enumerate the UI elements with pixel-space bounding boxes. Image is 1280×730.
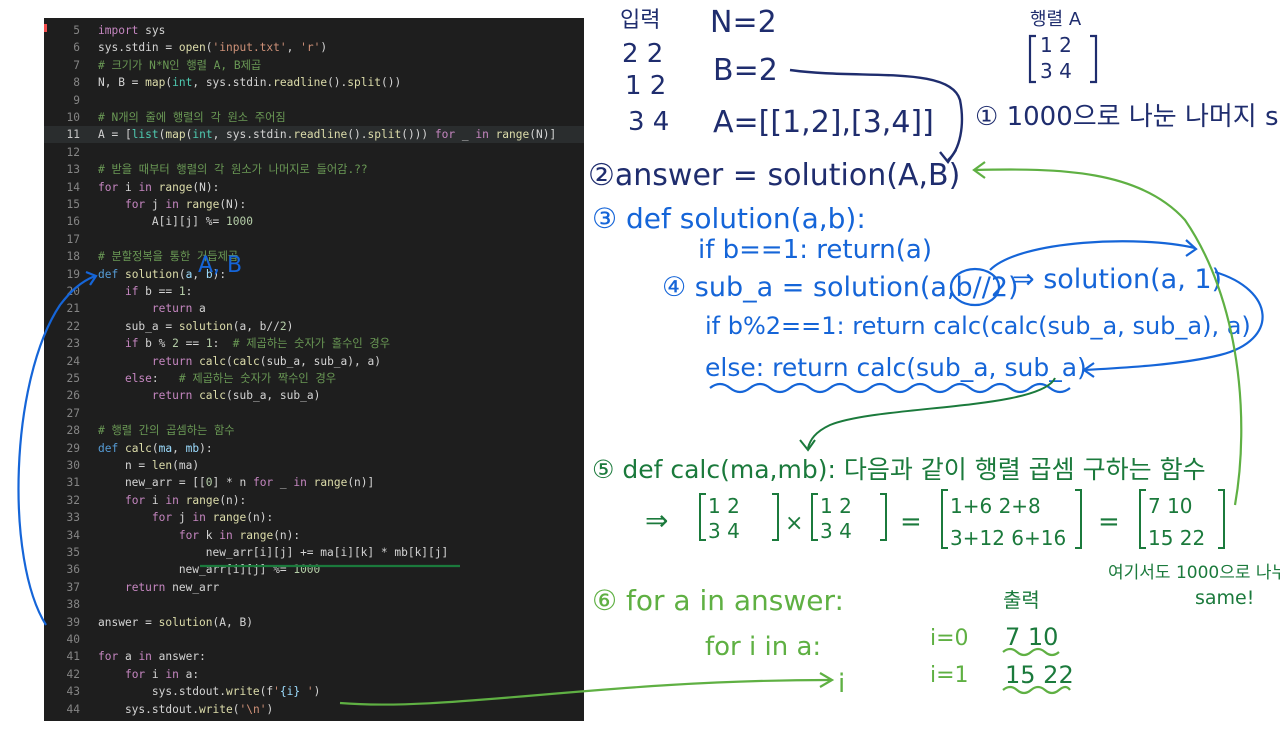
b-equals: B=2 bbox=[713, 53, 778, 88]
step6-for: ⑥ for a in answer: bbox=[592, 584, 844, 617]
handwritten-annotations: 입력 2 2 1 2 3 4 N=2 B=2 A=[[1,2],[3,4]] 행… bbox=[17, 5, 1280, 706]
input-label: 입력 bbox=[620, 8, 660, 33]
step6-i: i bbox=[838, 669, 845, 699]
matrix-a-label: 행렬 A bbox=[1030, 9, 1082, 30]
step4-arrow-target: ⇒ solution(a, 1) bbox=[1012, 264, 1222, 295]
step5-def: ⑤ def calc(ma,mb): 다음과 같이 행렬 곱셈 구하는 함수 bbox=[592, 455, 1206, 484]
step4-sub: ④ sub_a = solution(a,b//2) bbox=[662, 272, 1019, 303]
mult-m2-row-1: 1 2 bbox=[820, 494, 852, 518]
output-label: 출력 bbox=[1003, 588, 1040, 612]
out-row-0: 7 10 bbox=[1005, 623, 1058, 651]
step1-note: ① 1000으로 나눈 나머지 same bbox=[975, 102, 1280, 132]
result-row-1: 7 10 bbox=[1148, 494, 1193, 518]
mult-sign: × bbox=[785, 511, 803, 536]
mod-note-2: same! bbox=[1195, 587, 1254, 609]
mult-m1-row-1: 1 2 bbox=[708, 494, 740, 518]
step6-for-i: for i in a: bbox=[705, 632, 821, 662]
input-row-3: 3 4 bbox=[628, 107, 669, 137]
a-equals: A=[[1,2],[3,4]] bbox=[713, 105, 934, 140]
matrix-a-row-2: 3 4 bbox=[1040, 59, 1072, 83]
out-i0-label: i=0 bbox=[930, 626, 969, 651]
sum-row-2: 3+12 6+16 bbox=[950, 526, 1066, 550]
matrix-arrow: ⇒ bbox=[645, 504, 668, 537]
sum-row-1: 1+6 2+8 bbox=[950, 494, 1041, 518]
mult-m1-row-2: 3 4 bbox=[708, 519, 740, 543]
matrix-a-row-1: 1 2 bbox=[1040, 33, 1072, 57]
step3-if: if b==1: return(a) bbox=[698, 235, 932, 265]
equals-2: = bbox=[1098, 507, 1120, 537]
out-row-1: 15 22 bbox=[1005, 661, 1074, 689]
step3-def: ③ def solution(a,b): bbox=[592, 202, 866, 235]
mult-m2-row-2: 3 4 bbox=[820, 519, 852, 543]
mod-note-1: 여기서도 1000으로 나누면 bbox=[1108, 563, 1280, 583]
step4-else: else: return calc(sub_a, sub_a) bbox=[705, 353, 1087, 382]
input-row-1: 2 2 bbox=[622, 39, 663, 69]
input-row-2: 1 2 bbox=[625, 71, 666, 101]
n-equals: N=2 bbox=[710, 5, 777, 40]
code-ab-note: A, B bbox=[198, 253, 242, 278]
out-i1-label: i=1 bbox=[930, 663, 969, 688]
step4-if: if b%2==1: return calc(calc(sub_a, sub_a… bbox=[705, 312, 1251, 340]
result-row-2: 15 22 bbox=[1148, 526, 1205, 550]
step2-answer: ②answer = solution(A,B) bbox=[588, 158, 960, 193]
equals-1: = bbox=[900, 507, 922, 537]
